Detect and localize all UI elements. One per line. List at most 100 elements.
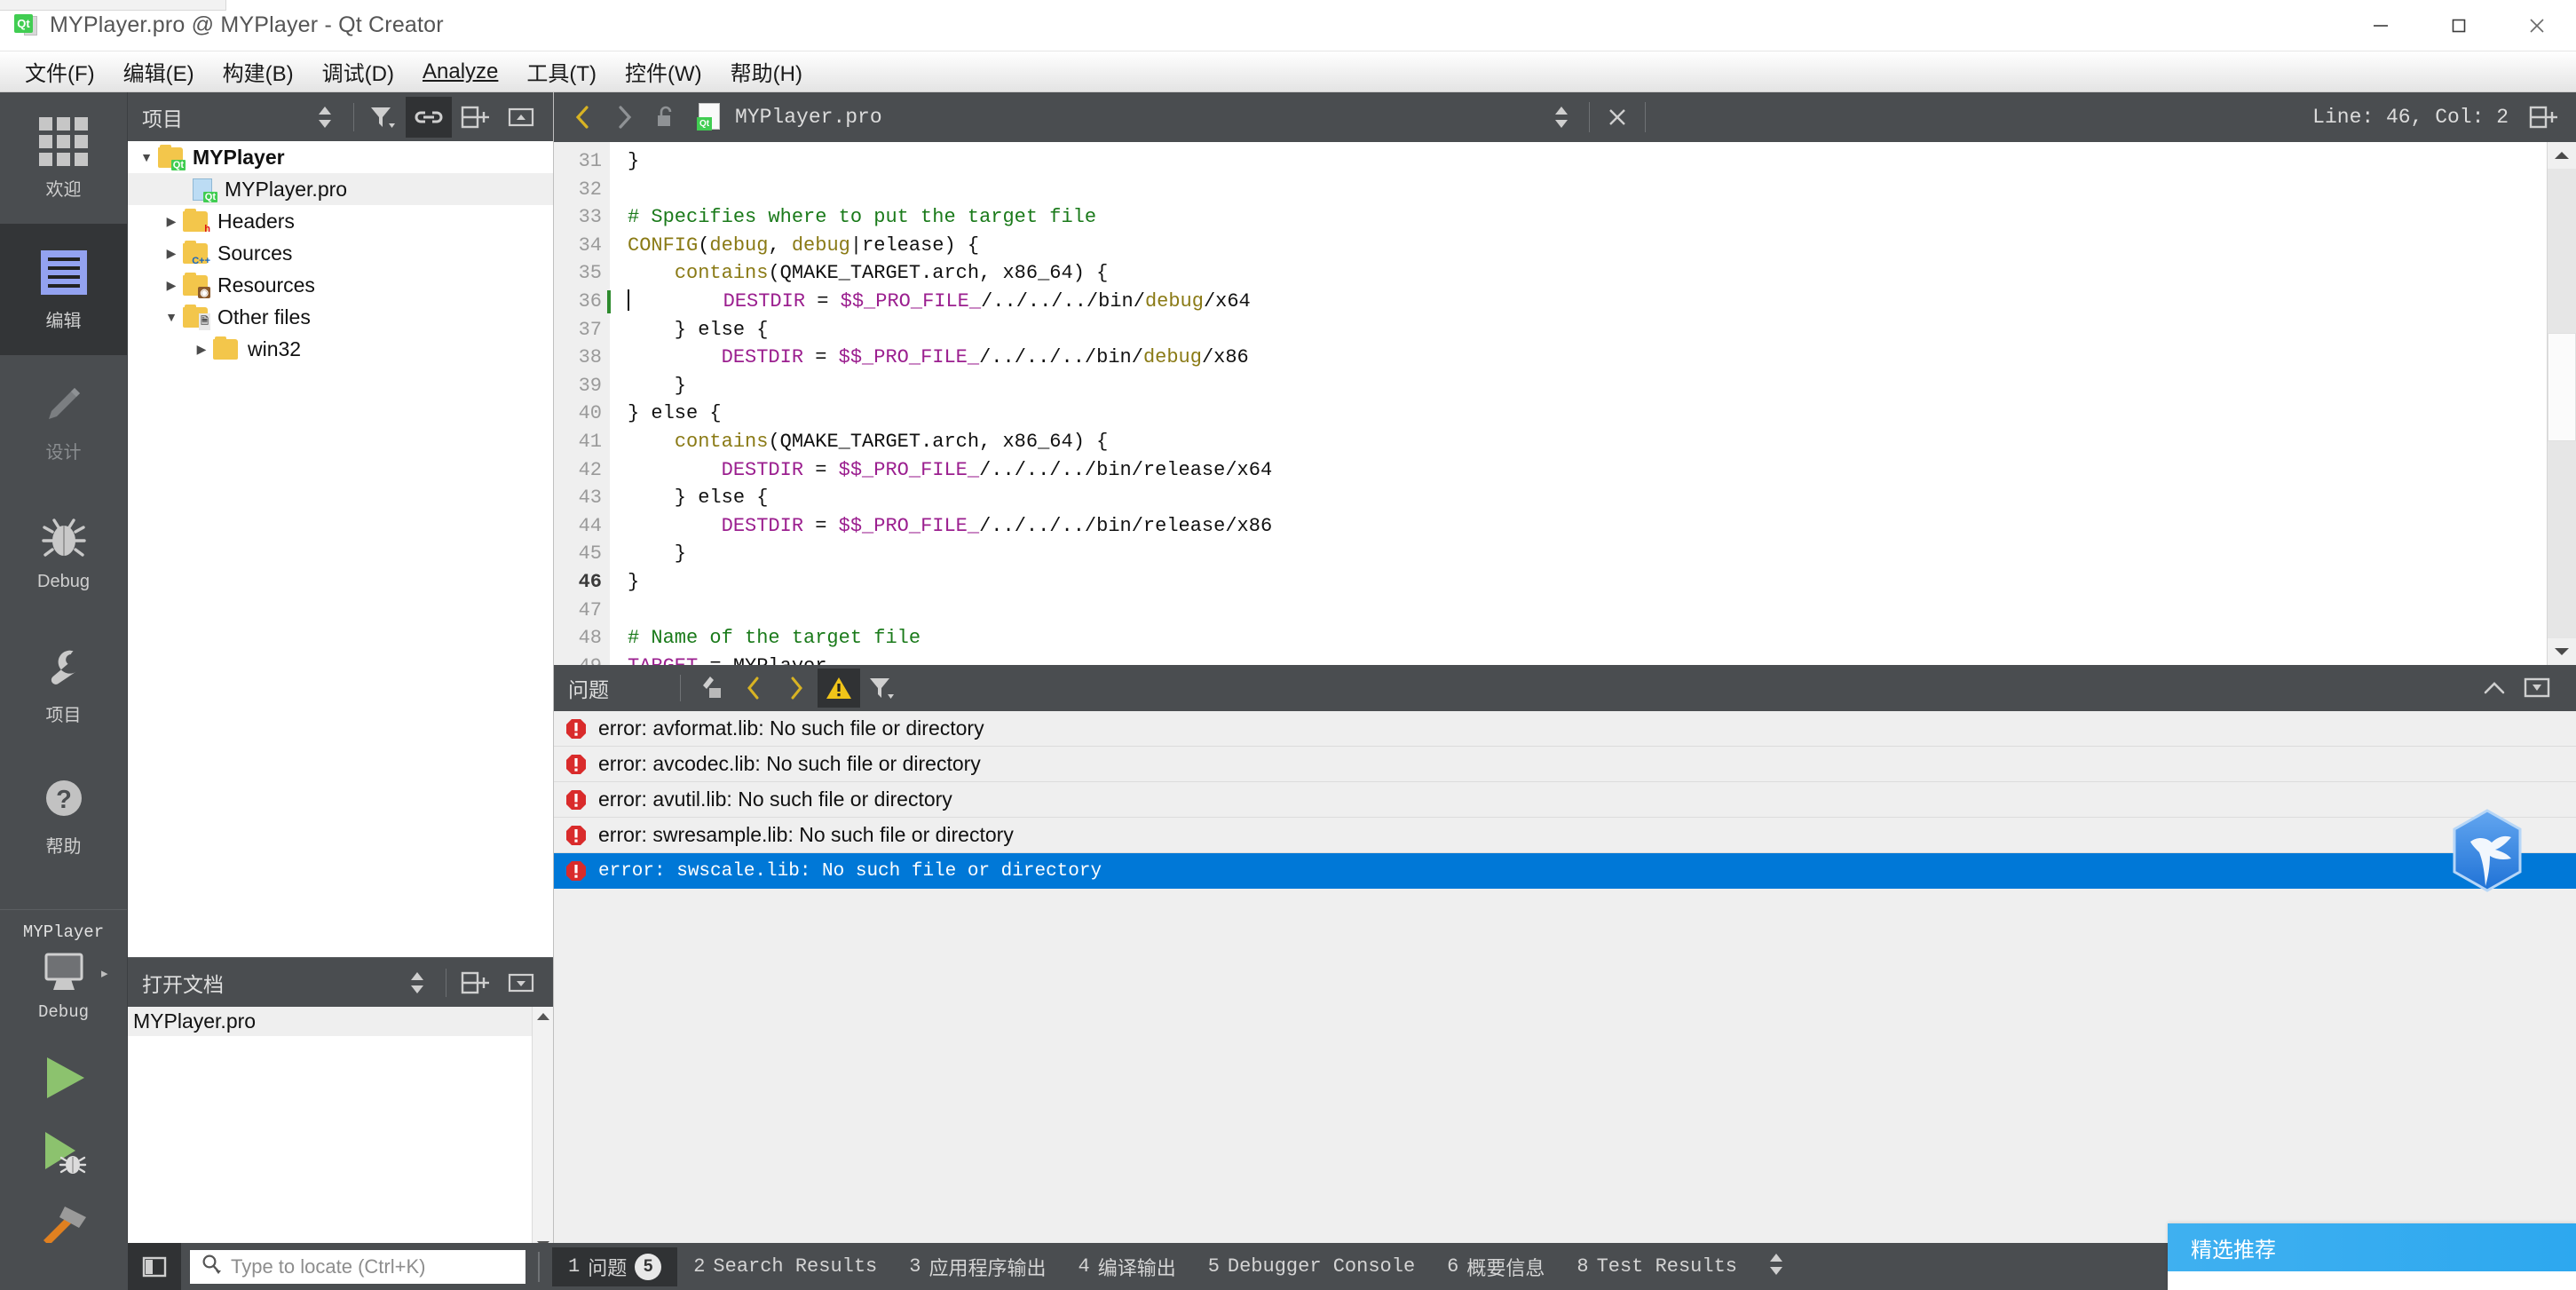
open-documents-list[interactable]: MYPlayer.pro xyxy=(128,1007,553,1254)
sidebar-item-projects[interactable]: 项目 xyxy=(0,618,127,749)
code-line[interactable]: contains(QMAKE_TARGET.arch, x86_64) { xyxy=(628,428,2576,456)
output-tab[interactable]: 4 编译输出 xyxy=(1062,1247,1191,1286)
sidebar-item-debug[interactable]: Debug xyxy=(0,487,127,618)
maximize-panel-button[interactable] xyxy=(2516,669,2558,708)
issues-list[interactable]: error: avformat.lib: No such file or dir… xyxy=(554,711,2576,1246)
split-button[interactable] xyxy=(452,97,498,138)
menu-help[interactable]: 帮助(H) xyxy=(716,52,817,91)
warnings-filter-button[interactable] xyxy=(818,669,860,708)
sidebar-toggle-button[interactable] xyxy=(128,1243,181,1290)
close-panel-button[interactable] xyxy=(498,962,544,1003)
code-line[interactable]: DESTDIR = $$_PRO_FILE_/../../../bin/debu… xyxy=(628,288,2576,316)
code-line[interactable]: CONFIG(debug, debug|release) { xyxy=(628,232,2576,260)
menu-file[interactable]: 文件(F) xyxy=(11,52,109,91)
code-line[interactable]: } xyxy=(628,540,2576,568)
chevron-down-icon[interactable]: ▼ xyxy=(135,150,158,164)
code-line[interactable] xyxy=(628,597,2576,625)
code-line[interactable]: } else { xyxy=(628,400,2576,428)
code-line[interactable]: } else { xyxy=(628,484,2576,512)
code-line[interactable]: TARGET = MYPlayer xyxy=(628,653,2576,665)
tree-item-myplayer[interactable]: ▼ Qt MYPlayer xyxy=(128,141,553,173)
code-line[interactable]: } xyxy=(628,147,2576,176)
tree-item-resources[interactable]: ▶ ◉ Resources xyxy=(128,269,553,301)
split-button[interactable] xyxy=(452,962,498,1003)
debug-button[interactable] xyxy=(33,1125,95,1180)
chevron-down-icon[interactable]: ▼ xyxy=(160,310,183,324)
scroll-up-arrow-icon[interactable] xyxy=(2548,142,2576,169)
hummingbird-hex-icon[interactable] xyxy=(2447,808,2527,893)
unlocked-padlock-icon[interactable] xyxy=(644,97,685,138)
issue-row[interactable]: error: avcodec.lib: No such file or dire… xyxy=(554,747,2576,782)
output-pane-tabs[interactable]: 1 问题 5 2 Search Results 3 应用程序输出 4 编译输出 5 Debugger… xyxy=(552,1246,1753,1286)
issue-row[interactable]: error: avformat.lib: No such file or dir… xyxy=(554,711,2576,747)
locator-input[interactable]: Type to locate (Ctrl+K) xyxy=(190,1249,525,1284)
sidebar-item-design[interactable]: 设计 xyxy=(0,355,127,487)
tree-item-myplayer-pro[interactable]: Qt MYPlayer.pro xyxy=(128,173,553,205)
minimize-button[interactable] xyxy=(2342,0,2420,51)
previous-issue-button[interactable] xyxy=(732,669,775,708)
menu-tools[interactable]: 工具(T) xyxy=(512,52,611,91)
menu-edit[interactable]: 编辑(E) xyxy=(109,52,209,91)
close-button[interactable] xyxy=(2498,0,2576,51)
tree-item-sources[interactable]: ▶ C++ Sources xyxy=(128,237,553,269)
code-line[interactable]: DESTDIR = $$_PRO_FILE_/../../../bin/rele… xyxy=(628,512,2576,541)
run-button[interactable] xyxy=(33,1050,95,1105)
open-document-item[interactable]: MYPlayer.pro xyxy=(128,1007,553,1036)
editor-filename[interactable]: MYPlayer.pro xyxy=(735,106,882,129)
filter-button[interactable] xyxy=(360,97,406,138)
code-line[interactable]: } xyxy=(628,372,2576,400)
menu-build[interactable]: 构建(B) xyxy=(209,52,308,91)
promo-popup[interactable]: 精选推荐 xyxy=(2168,1223,2576,1290)
close-editor-button[interactable] xyxy=(1597,97,1638,138)
line-col-indicator[interactable]: Line: 46, Col: 2 xyxy=(2312,106,2509,129)
tree-item-headers[interactable]: ▶ h Headers xyxy=(128,205,553,237)
editor-vertical-scrollbar[interactable] xyxy=(2547,142,2576,665)
code-line[interactable]: contains(QMAKE_TARGET.arch, x86_64) { xyxy=(628,259,2576,288)
open-documents-scrollbar[interactable] xyxy=(532,1007,553,1254)
code-text[interactable]: } # Specifies where to put the target fi… xyxy=(610,142,2576,665)
issue-row[interactable]: error: avutil.lib: No such file or direc… xyxy=(554,782,2576,818)
chevron-right-icon[interactable]: ▶ xyxy=(160,246,183,261)
scrollbar-thumb[interactable] xyxy=(2548,333,2576,441)
link-with-editor-button[interactable] xyxy=(406,96,452,138)
menu-analyze[interactable]: Analyze xyxy=(408,56,512,88)
sidebar-item-welcome[interactable]: 欢迎 xyxy=(0,92,127,224)
sidebar-item-help[interactable]: ? 帮助 xyxy=(0,749,127,881)
navigate-forward-button[interactable] xyxy=(604,97,644,138)
issue-row[interactable]: error: swscale.lib: No such file or dire… xyxy=(554,853,2576,889)
next-issue-button[interactable] xyxy=(775,669,818,708)
collapse-panel-button[interactable] xyxy=(2473,669,2516,708)
issue-row[interactable]: error: swresample.lib: No such file or d… xyxy=(554,818,2576,853)
output-tab[interactable]: 1 问题 5 xyxy=(552,1246,678,1286)
sync-selector-button[interactable] xyxy=(302,97,348,138)
filter-button[interactable] xyxy=(860,669,903,708)
code-line[interactable]: } xyxy=(628,568,2576,597)
menu-debug[interactable]: 调试(D) xyxy=(308,52,408,91)
scroll-down-arrow-icon[interactable] xyxy=(2548,638,2576,665)
chevron-right-icon[interactable]: ▶ xyxy=(190,342,213,357)
code-line[interactable]: # Specifies where to put the target file xyxy=(628,203,2576,232)
navigate-back-button[interactable] xyxy=(563,97,604,138)
sidebar-item-edit[interactable]: 编辑 xyxy=(0,224,127,355)
maximize-button[interactable] xyxy=(2420,0,2498,51)
code-area[interactable]: 31 32 33 34 35 3637 38 39 40 41 42 43 44 45 46 47 48 49 }… xyxy=(554,142,2576,665)
editor-file-selector-button[interactable] xyxy=(1541,97,1582,138)
code-line[interactable]: # Name of the target file xyxy=(628,624,2576,653)
tree-item-other-files[interactable]: ▼ 🗎 Other files xyxy=(128,301,553,333)
output-tab[interactable]: 8 Test Results xyxy=(1561,1250,1753,1283)
tree-item-win32[interactable]: ▶ win32 xyxy=(128,333,553,365)
scroll-up-arrow-icon[interactable] xyxy=(533,1007,553,1026)
kit-selector[interactable]: MYPlayer ▸ Debug xyxy=(0,909,127,1027)
project-tree[interactable]: ▼ Qt MYPlayer Qt MYPlayer.pro ▶ h Header… xyxy=(128,141,553,957)
code-line[interactable]: } else { xyxy=(628,316,2576,344)
output-tab[interactable]: 3 应用程序输出 xyxy=(893,1247,1062,1286)
output-tab[interactable]: 2 Search Results xyxy=(677,1250,893,1283)
output-tab[interactable]: 6 概要信息 xyxy=(1431,1247,1561,1286)
chevron-right-icon[interactable]: ▶ xyxy=(160,278,183,293)
code-line[interactable]: DESTDIR = $$_PRO_FILE_/../../../bin/rele… xyxy=(628,456,2576,485)
code-line[interactable]: DESTDIR = $$_PRO_FILE_/../../../bin/debu… xyxy=(628,344,2576,372)
output-pane-more-button[interactable] xyxy=(1766,1251,1787,1282)
output-tab[interactable]: 5 Debugger Console xyxy=(1192,1250,1431,1283)
sync-selector-button[interactable] xyxy=(394,962,440,1003)
split-editor-button[interactable] xyxy=(2523,97,2564,138)
